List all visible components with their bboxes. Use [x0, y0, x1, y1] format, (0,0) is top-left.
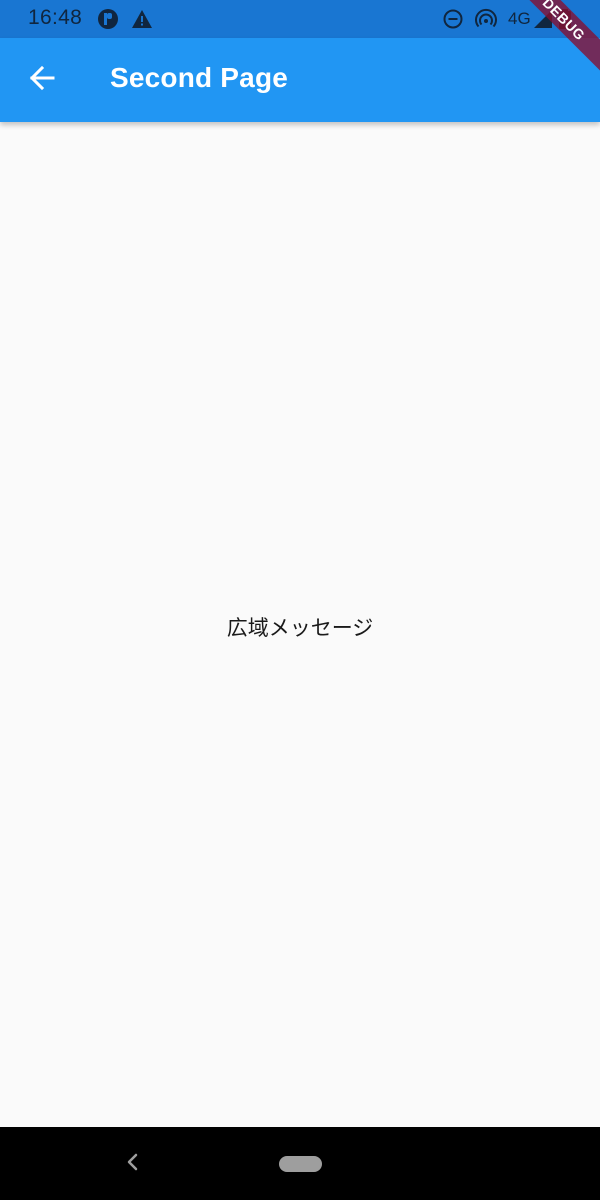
warning-icon: [131, 8, 153, 30]
page-body: 広域メッセージ: [0, 122, 600, 1127]
page-title: Second Page: [110, 62, 289, 93]
app-screen: 16:48 4G DEBUG Second Page 広域メッセージ: [0, 0, 600, 1200]
network-type-label: 4G: [508, 9, 531, 28]
do-not-disturb-icon: [442, 8, 464, 30]
status-time: 16:48: [28, 6, 83, 29]
center-message: 広域メッセージ: [226, 616, 374, 640]
app-bar: Second Page: [0, 38, 600, 122]
arrow-back-icon: [28, 64, 56, 96]
status-bar: 16:48 4G: [0, 0, 600, 38]
nav-back-icon[interactable]: [120, 1149, 146, 1175]
back-button[interactable]: [14, 52, 70, 108]
hotspot-icon: [475, 8, 497, 30]
pocket-app-icon: [97, 8, 119, 30]
system-nav-bar: [0, 1127, 600, 1200]
nav-home-pill[interactable]: [279, 1156, 322, 1172]
